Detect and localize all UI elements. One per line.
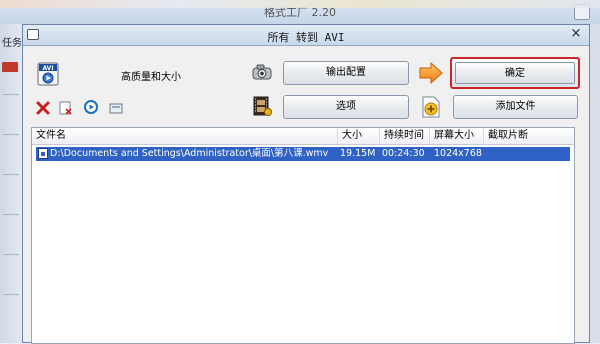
sidebar-task-label: 任务 bbox=[2, 38, 22, 49]
cell-duration: 00:24:30 bbox=[382, 148, 425, 159]
column-header-screen-size[interactable]: 屏幕大小 bbox=[430, 128, 484, 144]
column-header-duration[interactable]: 持续时间 bbox=[380, 128, 430, 144]
dialog-title: 所有 转到 AVI bbox=[267, 31, 345, 44]
sidebar-divider bbox=[3, 254, 19, 255]
sidebar-divider bbox=[3, 134, 19, 135]
quality-label: 高质量和大小 bbox=[121, 72, 181, 83]
svg-text:AVI: AVI bbox=[42, 65, 53, 72]
list-header: 文件名 大小 持续时间 屏幕大小 截取片断 bbox=[32, 128, 574, 145]
sidebar-divider bbox=[3, 94, 19, 95]
file-list[interactable]: 文件名 大小 持续时间 屏幕大小 截取片断 D:\Documents and S… bbox=[31, 127, 575, 344]
clear-list-icon[interactable] bbox=[57, 100, 73, 116]
sidebar-divider bbox=[3, 174, 19, 175]
add-file-icon[interactable] bbox=[420, 95, 442, 119]
avi-format-icon: AVI bbox=[35, 61, 61, 87]
table-row[interactable]: D:\Documents and Settings\Administrator\… bbox=[36, 147, 570, 161]
background-scrollbar[interactable] bbox=[589, 24, 600, 343]
delete-icon[interactable] bbox=[35, 100, 51, 116]
camera-icon bbox=[251, 61, 273, 83]
column-header-clip[interactable]: 截取片断 bbox=[484, 128, 574, 144]
film-icon bbox=[251, 95, 273, 117]
column-header-filename[interactable]: 文件名 bbox=[32, 128, 338, 144]
output-config-button[interactable]: 输出配置 bbox=[283, 61, 409, 85]
dialog-title-bar: 所有 转到 AVI × bbox=[23, 25, 589, 46]
add-file-button[interactable]: 添加文件 bbox=[453, 95, 578, 119]
cell-screen-size: 1024x768 bbox=[434, 148, 482, 159]
close-icon[interactable]: × bbox=[569, 27, 583, 41]
play-icon[interactable] bbox=[83, 99, 99, 115]
background-toolbar-strip bbox=[0, 0, 600, 8]
column-header-size[interactable]: 大小 bbox=[338, 128, 380, 144]
convert-dialog: 所有 转到 AVI × AVI 高质量和大小 输出配置 确定 选项 添加文件 文… bbox=[22, 24, 590, 344]
sidebar-divider bbox=[3, 294, 19, 295]
background-sidebar: 任务 bbox=[0, 24, 23, 343]
options-button[interactable]: 选项 bbox=[283, 95, 409, 119]
view-icon[interactable] bbox=[108, 100, 124, 116]
ok-button-face: 确定 bbox=[455, 62, 575, 84]
sidebar-red-marker bbox=[2, 62, 18, 72]
right-arrow-icon bbox=[418, 61, 444, 85]
sidebar-divider bbox=[3, 214, 19, 215]
cell-size: 19.15M bbox=[340, 148, 376, 159]
cell-filename: D:\Documents and Settings\Administrator\… bbox=[50, 148, 329, 159]
video-file-icon bbox=[38, 148, 48, 159]
ok-button[interactable]: 确定 bbox=[450, 57, 580, 89]
